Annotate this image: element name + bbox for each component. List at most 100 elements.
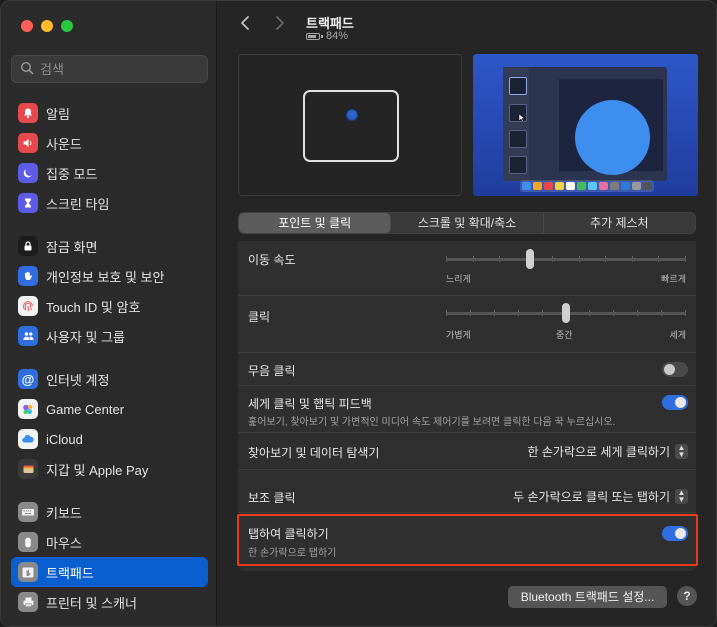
dock-app-icon [533, 182, 542, 190]
silent-click-toggle[interactable] [662, 362, 688, 377]
force-click-label: 세게 클릭 및 햅틱 피드백 [248, 397, 372, 411]
tracking-speed-knob[interactable] [526, 249, 534, 269]
force-click-toggle[interactable] [662, 395, 688, 410]
preview-thumb [509, 156, 527, 174]
chevron-up-down-icon: ▲ ▼ [675, 444, 688, 459]
main-content: 트랙패드 84% 포인트 및 클릭 스크롤 및 확대/축소 추가 제스처 이동 … [218, 1, 716, 626]
click-label: 클릭 [248, 310, 271, 324]
sidebar-item-users-groups[interactable]: 사용자 및 그룹 [11, 321, 208, 351]
minimize-window-button[interactable] [41, 20, 53, 32]
silent-click-label: 무음 클릭 [248, 364, 296, 378]
tracking-speed-slider[interactable] [446, 249, 686, 269]
sidebar-item-label: 프린터 및 스캐너 [46, 595, 137, 611]
sidebar-item-label: 사운드 [46, 136, 82, 152]
toggle-knob [675, 397, 686, 408]
sidebar-group-devices: 키보드 마우스 트랙패드 프린터 및 스캐너 [11, 497, 208, 617]
search-icon [20, 61, 34, 78]
trackpad-illustration [238, 54, 462, 196]
help-button[interactable]: ? [677, 586, 697, 606]
mouse-icon [18, 532, 38, 552]
sidebar-item-label: iCloud [46, 431, 83, 447]
toolbar: 트랙패드 84% [218, 1, 716, 49]
sidebar-group-notifications: 알림 사운드 집중 모드 스크린 타임 [11, 98, 208, 218]
hand-icon [18, 266, 38, 286]
silent-click-row: 무음 클릭 [238, 353, 696, 386]
force-click-description: 훑어보기, 찾아보기 및 가변적인 미디어 속도 제어기를 보려면 클릭한 다음… [248, 417, 616, 428]
gesture-preview-video [473, 54, 698, 196]
bell-icon [18, 103, 38, 123]
bluetooth-trackpad-setup-button[interactable]: Bluetooth 트랙패드 설정... [508, 586, 667, 608]
sidebar-item-icloud[interactable]: iCloud [11, 424, 208, 454]
zoom-window-button[interactable] [61, 20, 73, 32]
finger-dot [346, 109, 358, 121]
click-pressure-knob[interactable] [562, 303, 570, 323]
search-input[interactable] [40, 61, 200, 77]
slider-max-label: 빠르게 [661, 274, 686, 284]
dock-app-icon [588, 182, 597, 190]
sidebar-group-accounts: @ 인터넷 계정 Game Center iCloud 지갑 및 Apple P… [11, 364, 208, 484]
sidebar-item-label: 인터넷 계정 [46, 372, 110, 388]
preview-circle [575, 100, 650, 175]
sidebar-item-focus[interactable]: 집중 모드 [11, 158, 208, 188]
sidebar-item-printers-scanners[interactable]: 프린터 및 스캐너 [11, 587, 208, 617]
sidebar-item-label: 알림 [46, 106, 70, 122]
preview-content [559, 79, 663, 175]
click-pressure-slider[interactable] [446, 303, 686, 323]
sidebar-item-game-center[interactable]: Game Center [11, 394, 208, 424]
sidebar-item-keyboard[interactable]: 키보드 [11, 497, 208, 527]
sidebar-item-lock-screen[interactable]: 잠금 화면 [11, 231, 208, 261]
battery-status: 84% [306, 30, 348, 42]
sidebar-item-privacy-security[interactable]: 개인정보 보호 및 보안 [11, 261, 208, 291]
sidebar-item-notifications[interactable]: 알림 [11, 98, 208, 128]
sidebar-item-mouse[interactable]: 마우스 [11, 527, 208, 557]
lookup-row: 찾아보기 및 데이터 탐색기 한 손가락으로 세게 클릭하기 ▲ ▼ [238, 433, 696, 470]
back-button[interactable] [240, 15, 250, 36]
sidebar-item-sound[interactable]: 사운드 [11, 128, 208, 158]
dock-app-icon [577, 182, 586, 190]
secondary-click-select-value: 두 손가락으로 클릭 또는 탭하기 [513, 490, 670, 504]
sidebar-item-screen-time[interactable]: 스크린 타임 [11, 188, 208, 218]
lock-icon [18, 236, 38, 256]
sidebar-item-label: Game Center [46, 401, 125, 417]
sidebar: 알림 사운드 집중 모드 스크린 타임 [1, 1, 217, 626]
dock-app-icon [643, 182, 652, 190]
tab-bar: 포인트 및 클릭 스크롤 및 확대/축소 추가 제스처 [238, 212, 696, 234]
tab-point-and-click[interactable]: 포인트 및 클릭 [239, 213, 392, 233]
dock-app-icon [555, 182, 564, 190]
search-field[interactable] [11, 55, 208, 83]
users-icon [18, 326, 38, 346]
chevron-up-down-icon: ▲ ▼ [675, 489, 688, 504]
dock-app-icon [599, 182, 608, 190]
tab-more-gestures[interactable]: 추가 제스처 [544, 213, 695, 233]
secondary-click-select[interactable]: 두 손가락으로 클릭 또는 탭하기 ▲ ▼ [513, 488, 688, 505]
lookup-select-value: 한 손가락으로 세게 클릭하기 [527, 445, 670, 459]
dock-app-icon [522, 182, 531, 190]
sidebar-item-internet-accounts[interactable]: @ 인터넷 계정 [11, 364, 208, 394]
wallet-icon [18, 459, 38, 479]
dock-app-icon [621, 182, 630, 190]
game-center-icon [18, 399, 38, 419]
dock-app-icon [566, 182, 575, 190]
window-controls [21, 20, 73, 32]
tracking-speed-label: 이동 속도 [248, 253, 296, 267]
lookup-select[interactable]: 한 손가락으로 세게 클릭하기 ▲ ▼ [528, 443, 688, 460]
sidebar-item-touch-id[interactable]: Touch ID 및 암호 [11, 291, 208, 321]
forward-button[interactable] [275, 15, 285, 36]
secondary-click-label: 보조 클릭 [248, 491, 296, 505]
sidebar-item-wallet[interactable]: 지갑 및 Apple Pay [11, 454, 208, 484]
preview-thumb [509, 130, 527, 148]
hourglass-icon [18, 193, 38, 213]
preview-window [503, 67, 667, 181]
tab-scroll-and-zoom[interactable]: 스크롤 및 확대/축소 [391, 213, 544, 233]
force-click-row: 세게 클릭 및 햅틱 피드백 훑어보기, 찾아보기 및 가변적인 미디어 속도 … [238, 386, 696, 433]
tracking-speed-row: 이동 속도 느리게 빠르게 [238, 241, 696, 296]
dock-app-icon [632, 182, 641, 190]
sidebar-item-trackpad[interactable]: 트랙패드 [11, 557, 208, 587]
sidebar-item-label: Touch ID 및 암호 [46, 299, 141, 315]
preview-dock [520, 180, 654, 192]
moon-icon [18, 163, 38, 183]
sidebar-item-label: 스크린 타임 [46, 196, 110, 212]
slider-min-label: 가볍게 [446, 330, 471, 340]
close-window-button[interactable] [21, 20, 33, 32]
sidebar-item-label: 키보드 [46, 505, 82, 521]
